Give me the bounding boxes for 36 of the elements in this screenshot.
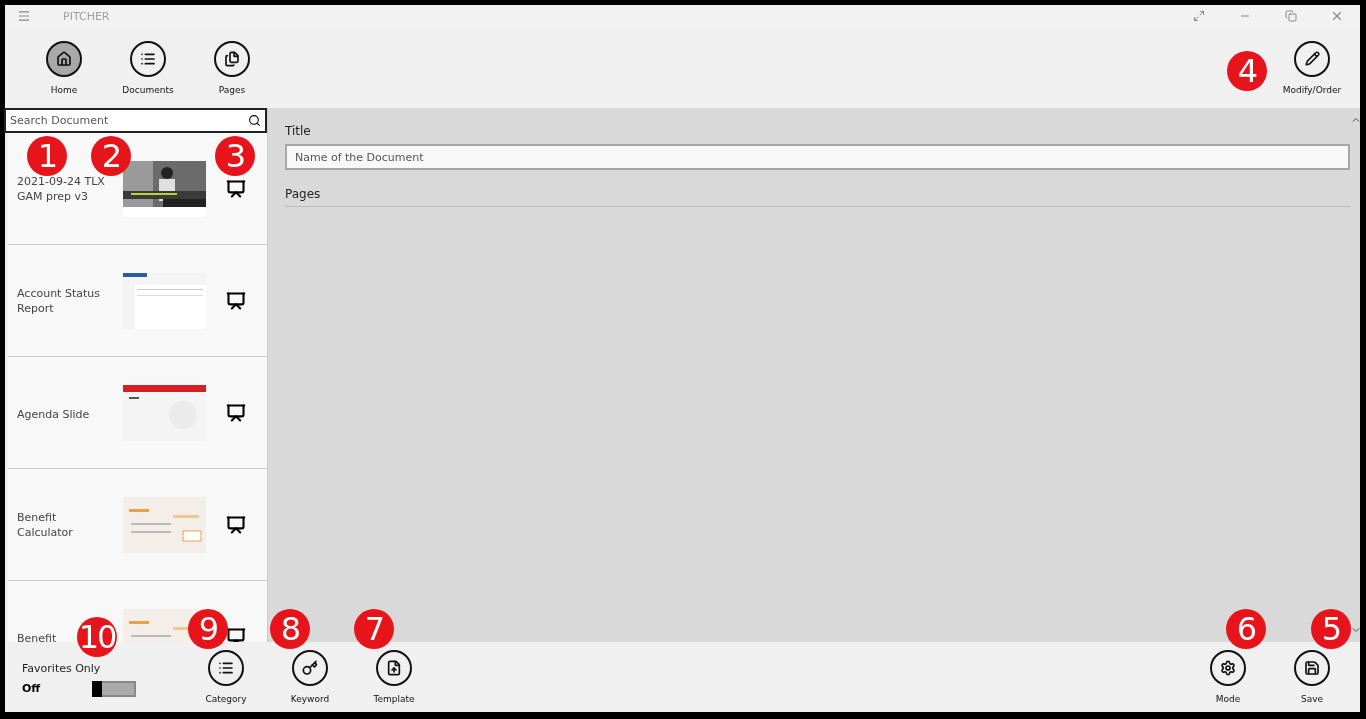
keyword-button[interactable]: Keyword bbox=[268, 650, 352, 704]
title-label: Title bbox=[285, 124, 312, 138]
key-icon bbox=[292, 650, 328, 686]
title-field[interactable]: Name of the Document bbox=[285, 144, 1350, 170]
save-button[interactable]: Save bbox=[1270, 650, 1354, 704]
document-title[interactable]: Agenda Slide bbox=[17, 407, 90, 422]
modify-order-button[interactable]: Modify/Order bbox=[1270, 40, 1354, 95]
document-title[interactable]: 2021-09-24 TLX GAM prep v3 bbox=[17, 173, 113, 204]
save-icon bbox=[1294, 650, 1330, 686]
presentation-icon[interactable] bbox=[226, 178, 246, 199]
presentation-icon[interactable] bbox=[226, 290, 246, 311]
search-field[interactable]: Search Document bbox=[4, 108, 267, 133]
pages-label: Pages bbox=[285, 187, 1350, 207]
category-button[interactable]: Category bbox=[184, 650, 268, 704]
documents-button[interactable]: Documents bbox=[106, 40, 190, 95]
presentation-icon[interactable] bbox=[226, 402, 246, 423]
file-upload-icon bbox=[376, 650, 412, 686]
template-button[interactable]: Template bbox=[352, 650, 436, 704]
document-title[interactable]: Benefit bbox=[17, 631, 57, 642]
pages-button[interactable]: Pages bbox=[190, 40, 274, 95]
document-title[interactable]: Account Status Report bbox=[17, 285, 113, 316]
mode-button[interactable]: Mode bbox=[1186, 650, 1270, 704]
pencil-icon bbox=[1294, 40, 1330, 77]
presentation-icon[interactable] bbox=[226, 514, 246, 535]
search-icon[interactable] bbox=[248, 114, 261, 127]
favorites-state: Off bbox=[22, 682, 42, 695]
favorites-label: Favorites Only bbox=[22, 661, 102, 675]
favorites-toggle[interactable] bbox=[92, 680, 136, 697]
app-title: PITCHER bbox=[63, 9, 111, 23]
home-button[interactable]: Home bbox=[22, 40, 106, 95]
fullscreen-icon[interactable] bbox=[1193, 10, 1205, 22]
close-icon[interactable] bbox=[1330, 9, 1344, 23]
list-icon bbox=[208, 650, 244, 686]
presentation-icon[interactable] bbox=[226, 626, 246, 642]
gear-icon bbox=[1210, 650, 1246, 686]
document-title[interactable]: Benefit Calculator bbox=[17, 509, 113, 540]
